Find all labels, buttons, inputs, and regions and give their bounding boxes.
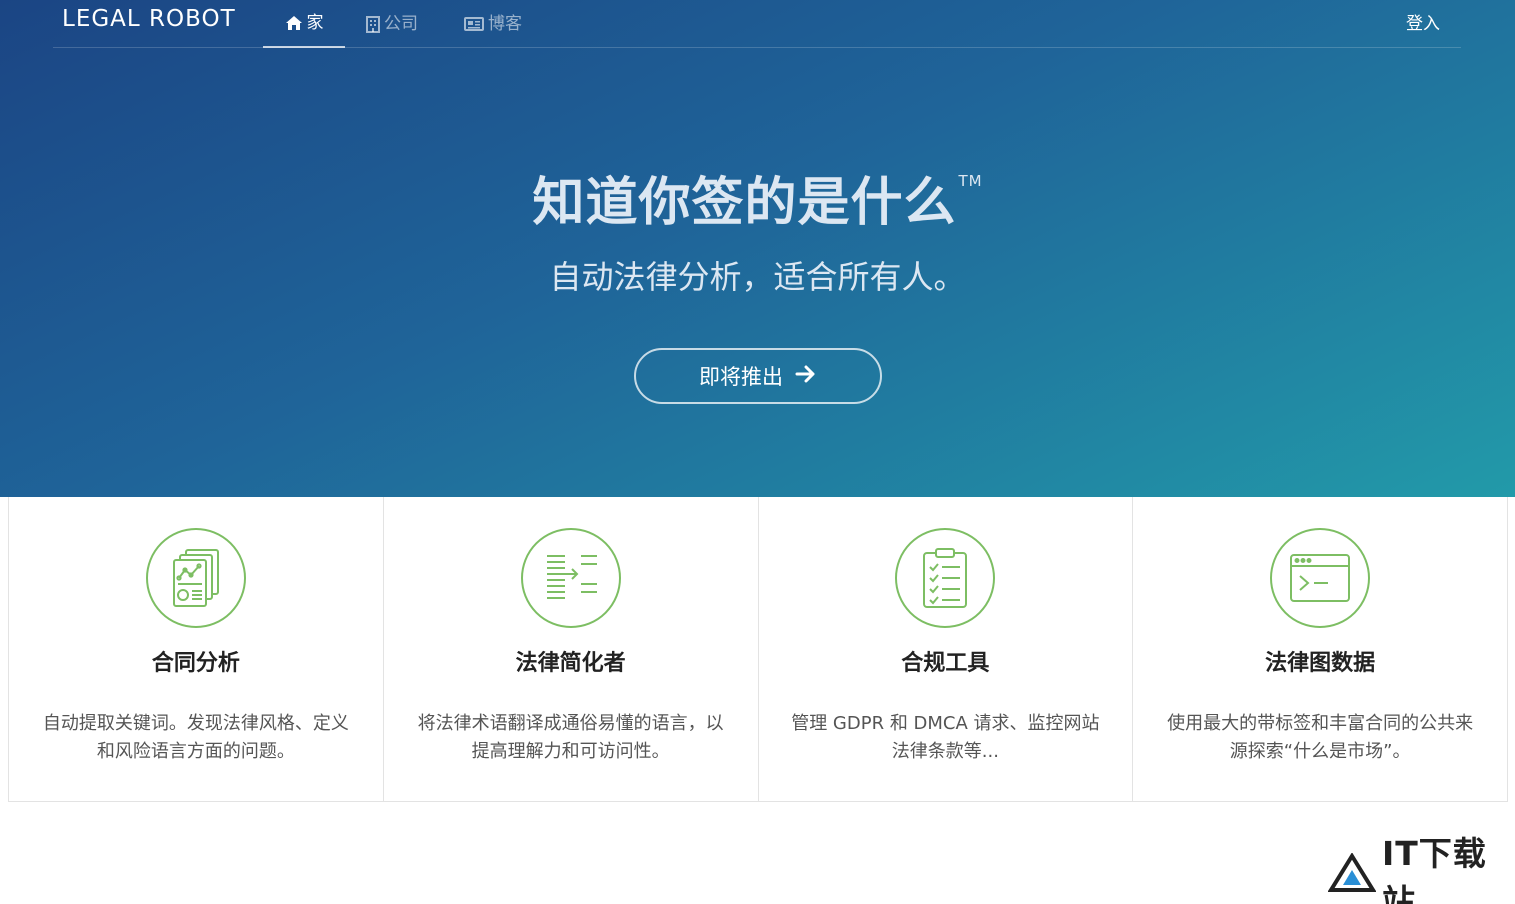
brand-logo[interactable]: LEGAL ROBOT: [62, 6, 236, 32]
hero-subtitle: 自动法律分析，适合所有人。: [549, 258, 966, 296]
feature-title: 合规工具: [901, 651, 990, 676]
nav-item-label: 公司: [384, 14, 418, 34]
hero-banner: LEGAL ROBOT 家 公司 博客 登入 知道你签的是什么 TM 自动法律分析…: [0, 0, 1515, 497]
triangle-logo-icon: [1327, 852, 1377, 897]
hero-title-text: 知道你签的是什么: [532, 173, 957, 233]
checklist-icon: [895, 528, 996, 628]
nav-item-label: 博客: [488, 14, 522, 34]
feature-title: 法律简化者: [515, 651, 626, 676]
feature-description: 管理 GDPR 和 DMCA 请求、监控网站法律条款等...: [791, 713, 1100, 762]
feature-description: 将法律术语翻译成通俗易懂的语言，以提高理解力和可访问性。: [417, 713, 724, 762]
feature-card-compliance-tools: 合规工具 管理 GDPR 和 DMCA 请求、监控网站法律条款等...: [759, 497, 1134, 801]
feature-card-legal-simplifier: 法律简化者 将法律术语翻译成通俗易懂的语言，以提高理解力和可访问性。: [384, 497, 759, 801]
feature-card-legal-graph-data: 法律图数据 使用最大的带标签和丰富合同的公共来源探索“什么是市场”。: [1133, 497, 1507, 801]
nav-item-home[interactable]: 家: [263, 0, 345, 48]
site-watermark: IT下载站: [1327, 834, 1503, 904]
top-navbar: LEGAL ROBOT 家 公司 博客 登入: [53, 0, 1461, 48]
building-icon: [366, 15, 380, 33]
terminal-window-icon: [1270, 528, 1371, 628]
hero-title: 知道你签的是什么 TM: [0, 160, 1515, 235]
nav-item-blog[interactable]: 博客: [464, 0, 522, 48]
watermark-text: IT下载站: [1382, 834, 1487, 904]
arrow-right-icon: [795, 364, 817, 389]
simplifier-icon: [520, 528, 621, 628]
feature-description: 使用最大的带标签和丰富合同的公共来源探索“什么是市场”。: [1167, 713, 1474, 762]
feature-card-contract-analysis: 合同分析 自动提取关键词。发现法律风格、定义和风险语言方面的问题。: [9, 497, 384, 801]
trademark-mark: TM: [958, 172, 983, 190]
home-icon: [285, 15, 303, 31]
nav-item-company[interactable]: 公司: [366, 0, 418, 48]
feature-description: 自动提取关键词。发现法律风格、定义和风险语言方面的问题。: [42, 713, 349, 762]
newspaper-icon: [464, 17, 484, 31]
coming-soon-button[interactable]: 即将推出: [634, 348, 882, 404]
cta-label: 即将推出: [699, 365, 783, 389]
contract-analysis-icon: [145, 528, 246, 628]
nav-item-label: 家: [306, 13, 324, 33]
login-link[interactable]: 登入: [1406, 0, 1440, 48]
feature-title: 法律图数据: [1265, 651, 1376, 676]
feature-title: 合同分析: [151, 651, 240, 676]
feature-cards: 合同分析 自动提取关键词。发现法律风格、定义和风险语言方面的问题。 法律简化者 …: [8, 497, 1508, 802]
